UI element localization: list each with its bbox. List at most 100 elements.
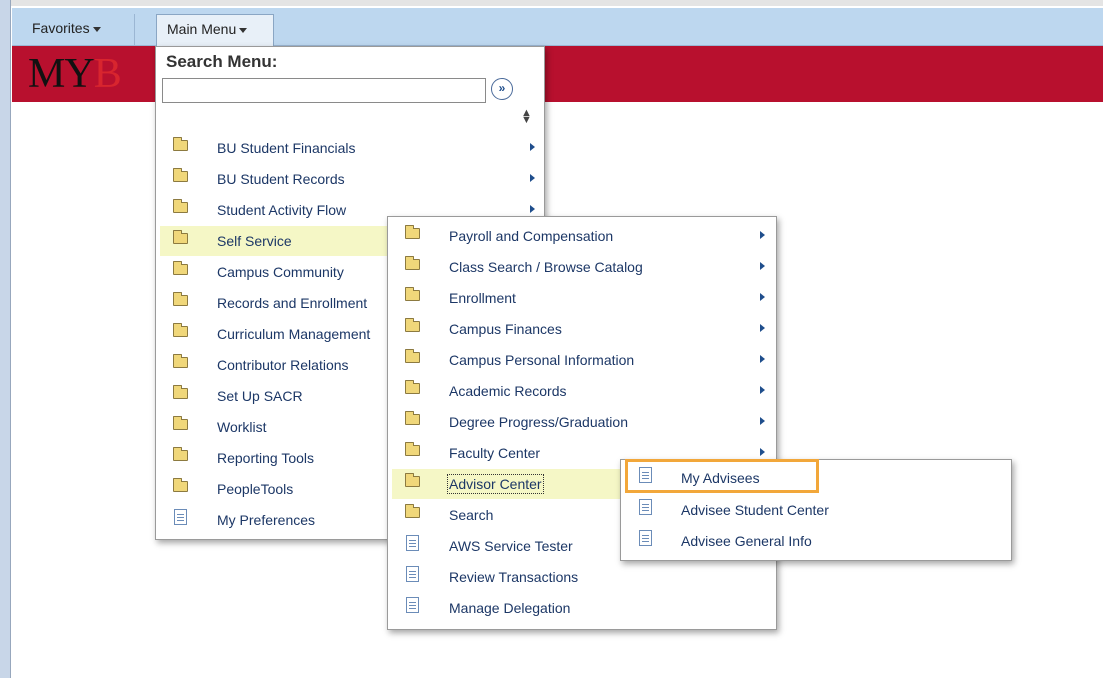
menu-item-label: Academic Records bbox=[449, 383, 567, 399]
menu-item-label: BU Student Financials bbox=[217, 140, 356, 156]
favorites-label: Favorites bbox=[32, 20, 90, 36]
folder-icon bbox=[173, 478, 188, 492]
main-menu-label: Main Menu bbox=[167, 21, 237, 37]
folder-icon bbox=[405, 287, 420, 301]
search-menu-input[interactable] bbox=[162, 78, 486, 103]
menu-item-label: Records and Enrollment bbox=[217, 295, 368, 311]
menu-item-review-transactions[interactable]: Review Transactions bbox=[392, 562, 772, 592]
document-icon bbox=[406, 597, 419, 613]
folder-icon bbox=[173, 323, 188, 337]
favorites-menu-button[interactable]: Favorites bbox=[22, 14, 135, 46]
folder-icon bbox=[173, 447, 188, 461]
document-icon bbox=[174, 509, 187, 525]
submenu-arrow-icon bbox=[530, 174, 535, 182]
menu-item-label: BU Student Records bbox=[217, 171, 345, 187]
menu-item-label: Campus Community bbox=[217, 264, 344, 280]
logo-text-b: B bbox=[93, 51, 122, 97]
window-top-edge bbox=[0, 0, 1103, 6]
menu-item-label: My Advisees bbox=[681, 470, 760, 486]
menu-item-label: Degree Progress/Graduation bbox=[449, 414, 628, 430]
menu-item-label: PeopleTools bbox=[217, 481, 294, 497]
submenu-arrow-icon bbox=[530, 143, 535, 151]
menu-item-label: Advisor Center bbox=[447, 474, 544, 494]
menu-item-label: Set Up SACR bbox=[217, 388, 303, 404]
folder-icon bbox=[173, 416, 188, 430]
folder-icon bbox=[405, 504, 420, 518]
left-frame-edge bbox=[0, 0, 11, 678]
menu-item-label: Faculty Center bbox=[449, 445, 541, 461]
menu-item-label: Campus Finances bbox=[449, 321, 562, 337]
folder-icon bbox=[405, 442, 420, 456]
menu-item-campus-finances[interactable]: Campus Finances bbox=[392, 314, 772, 344]
document-icon bbox=[639, 499, 652, 515]
search-menu-title: Search Menu: bbox=[166, 52, 278, 71]
menu-item-advisee-student-center[interactable]: Advisee Student Center bbox=[625, 495, 1009, 525]
chevron-down-icon bbox=[239, 27, 248, 33]
document-icon bbox=[639, 467, 652, 483]
folder-icon bbox=[405, 256, 420, 270]
menu-item-bu-student-financials[interactable]: BU Student Financials bbox=[160, 133, 542, 163]
folder-icon bbox=[405, 380, 420, 394]
folder-icon bbox=[405, 318, 420, 332]
submenu-arrow-icon bbox=[760, 324, 765, 332]
menu-item-advisee-general-info[interactable]: Advisee General Info bbox=[625, 526, 1009, 556]
submenu-arrow-icon bbox=[530, 205, 535, 213]
menu-item-label: Curriculum Management bbox=[217, 326, 371, 342]
menu-item-academic-records[interactable]: Academic Records bbox=[392, 376, 772, 406]
folder-icon bbox=[173, 199, 188, 213]
menu-item-label: Advisee Student Center bbox=[681, 502, 829, 518]
menu-item-label: Payroll and Compensation bbox=[449, 228, 614, 244]
folder-icon bbox=[173, 292, 188, 306]
menu-item-payroll-and-compensation[interactable]: Payroll and Compensation bbox=[392, 221, 772, 251]
self-service-submenu: Payroll and Compensation Class Search / … bbox=[387, 216, 777, 630]
submenu-arrow-icon bbox=[760, 262, 765, 270]
advisor-center-submenu: My Advisees Advisee Student Center Advis… bbox=[620, 459, 1012, 561]
menu-item-label: AWS Service Tester bbox=[449, 538, 573, 554]
document-icon bbox=[639, 530, 652, 546]
folder-icon bbox=[173, 168, 188, 182]
submenu-arrow-icon bbox=[760, 293, 765, 301]
submenu-arrow-icon bbox=[760, 355, 765, 363]
document-icon bbox=[406, 566, 419, 582]
menu-item-class-search[interactable]: Class Search / Browse Catalog bbox=[392, 252, 772, 282]
submenu-arrow-icon bbox=[760, 231, 765, 239]
submenu-arrow-icon bbox=[760, 417, 765, 425]
menu-item-my-advisees[interactable]: My Advisees bbox=[625, 463, 1009, 493]
chevron-down-icon bbox=[92, 26, 101, 32]
folder-icon bbox=[173, 230, 188, 244]
menu-item-label: Enrollment bbox=[449, 290, 516, 306]
menu-item-label: Student Activity Flow bbox=[217, 202, 347, 218]
sort-icon[interactable]: ▲ ▼ bbox=[521, 108, 532, 126]
logo-text-my: MY bbox=[28, 51, 95, 97]
folder-icon bbox=[173, 137, 188, 151]
submenu-arrow-icon bbox=[760, 386, 765, 394]
menu-item-bu-student-records[interactable]: BU Student Records bbox=[160, 164, 542, 194]
folder-icon bbox=[173, 354, 188, 368]
navigation-bar: Favorites Main Menu bbox=[12, 8, 1103, 46]
folder-icon bbox=[405, 473, 420, 487]
menu-item-label: My Preferences bbox=[217, 512, 316, 528]
menu-item-manage-delegation[interactable]: Manage Delegation bbox=[392, 593, 772, 623]
menu-item-enrollment[interactable]: Enrollment bbox=[392, 283, 772, 313]
menu-item-label: Worklist bbox=[217, 419, 267, 435]
menu-item-campus-personal-information[interactable]: Campus Personal Information bbox=[392, 345, 772, 375]
folder-icon bbox=[173, 261, 188, 275]
folder-icon bbox=[405, 225, 420, 239]
main-menu-button[interactable]: Main Menu bbox=[156, 14, 274, 46]
menu-item-label: Review Transactions bbox=[449, 569, 579, 585]
folder-icon bbox=[405, 411, 420, 425]
menu-item-label: Advisee General Info bbox=[681, 533, 812, 549]
menu-item-label: Self Service bbox=[217, 233, 292, 249]
folder-icon bbox=[405, 349, 420, 363]
menu-item-label: Search bbox=[449, 507, 494, 523]
menu-item-label: Contributor Relations bbox=[217, 357, 349, 373]
submenu-arrow-icon bbox=[760, 448, 765, 456]
logo: MYB bbox=[28, 50, 122, 98]
folder-icon bbox=[173, 385, 188, 399]
menu-item-label: Class Search / Browse Catalog bbox=[449, 259, 643, 275]
menu-item-degree-progress[interactable]: Degree Progress/Graduation bbox=[392, 407, 772, 437]
search-go-button[interactable]: » bbox=[491, 78, 513, 100]
menu-item-label: Manage Delegation bbox=[449, 600, 571, 616]
menu-item-label: Reporting Tools bbox=[217, 450, 315, 466]
document-icon bbox=[406, 535, 419, 551]
